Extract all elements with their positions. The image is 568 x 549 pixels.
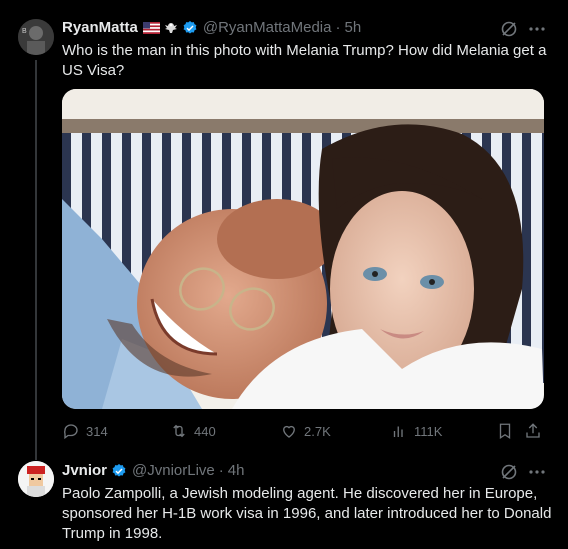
post-text-line: US Visa? xyxy=(62,62,125,79)
author-name[interactable]: RyanMatta xyxy=(62,19,138,36)
repost-count: 440 xyxy=(194,423,216,439)
reply-count: 314 xyxy=(86,423,108,439)
post-photo[interactable] xyxy=(62,89,544,409)
post-text: Who is the man in this photo with Melani… xyxy=(62,41,546,81)
views-button[interactable]: 111K xyxy=(390,422,442,440)
like-count: 2.7K xyxy=(304,423,331,439)
repost-button[interactable]: 440 xyxy=(170,422,216,440)
post-actions: 314 440 2.7K 111K xyxy=(62,422,544,442)
reply-header: Jvnior @JvniorLive · 4h xyxy=(62,462,244,479)
like-button[interactable]: 2.7K xyxy=(280,422,331,440)
views-icon xyxy=(393,426,403,437)
repost-icon xyxy=(173,424,185,438)
reply-post: Jvnior @JvniorLive · 4h Paolo Zampolli, … xyxy=(0,455,568,549)
post-header: RyanMatta @RyanMattaMedia · 5h xyxy=(62,19,361,36)
reply-author-handle[interactable]: @JvniorLive xyxy=(132,462,215,479)
post-top-actions xyxy=(500,20,546,38)
like-icon xyxy=(283,425,295,438)
verified-icon xyxy=(112,463,126,477)
post-text-line: Who is the man in this photo with Melani… xyxy=(62,42,547,59)
reply-time[interactable]: 4h xyxy=(228,462,245,479)
reply-icon xyxy=(63,424,78,440)
verified-icon xyxy=(183,20,197,34)
reply-text-line: Paolo Zampolli, a Jewish modeling agent.… xyxy=(62,485,538,502)
us-flag-icon xyxy=(142,21,160,34)
reply-author-name[interactable]: Jvnior xyxy=(62,462,107,479)
views-count: 111K xyxy=(414,423,443,439)
reply-text-line: Trump in 1998. xyxy=(62,525,163,542)
author-handle[interactable]: @RyanMattaMedia xyxy=(203,19,332,36)
post-time[interactable]: 5h xyxy=(344,19,361,36)
svg-text:B: B xyxy=(22,28,27,35)
reply-avatar[interactable] xyxy=(18,461,54,497)
grok-icon[interactable] xyxy=(500,20,518,38)
author-avatar[interactable]: B xyxy=(18,19,54,55)
share-icon[interactable] xyxy=(524,422,542,440)
separator: · xyxy=(218,462,224,479)
more-icon[interactable] xyxy=(528,463,546,481)
reply-top-actions xyxy=(500,463,546,481)
eagle-icon xyxy=(164,22,177,33)
bookmark-icon[interactable] xyxy=(496,422,514,440)
main-post: B RyanMatta @RyanMattaMedia · 5h Who is … xyxy=(0,0,568,460)
reply-text: Paolo Zampolli, a Jewish modeling agent.… xyxy=(62,484,551,544)
reply-text-line: sponsored her H-1B work visa in 1996, an… xyxy=(62,505,552,522)
grok-icon[interactable] xyxy=(500,463,518,481)
reply-button[interactable]: 314 xyxy=(62,422,108,440)
more-icon[interactable] xyxy=(528,20,546,38)
thread-line xyxy=(35,60,37,460)
separator: · xyxy=(335,19,341,36)
